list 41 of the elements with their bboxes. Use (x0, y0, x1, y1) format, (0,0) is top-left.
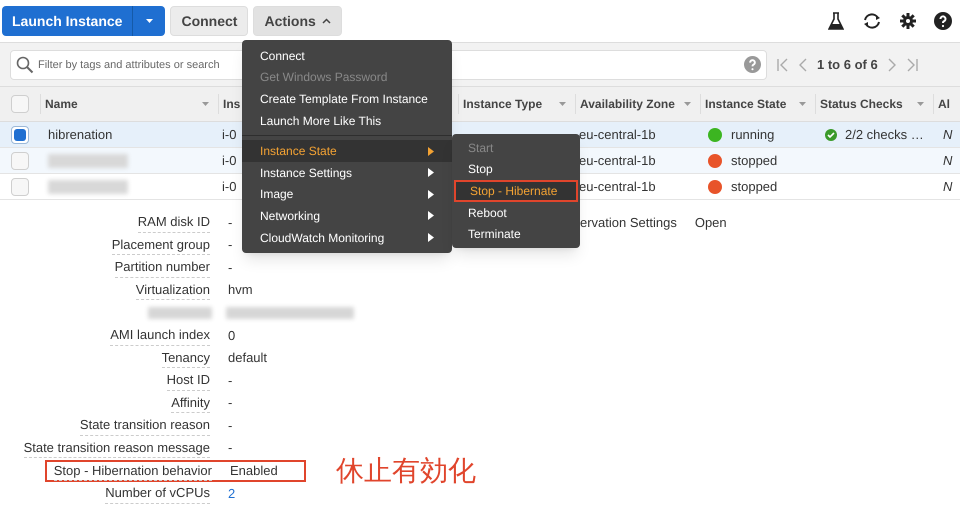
detail-label: Virtualization (136, 280, 210, 300)
table-cell: N (943, 152, 952, 168)
pagination-range: 1 to 6 of 6 (817, 56, 878, 74)
table-cell: i-0 (222, 126, 236, 142)
detail-label: RAM disk ID (138, 212, 210, 233)
detail-label: Tenancy (162, 348, 210, 368)
detail-value: - (228, 214, 232, 232)
detail-value: - (228, 439, 232, 458)
table-cell: eu-central-1b (579, 126, 656, 142)
detail-value: default (228, 349, 268, 368)
detail-value: Enabled (230, 462, 278, 480)
detail-label: Placement group (112, 234, 210, 256)
detail-value: 0 (228, 326, 236, 345)
table-cell: N (943, 178, 952, 194)
detail-label: Host ID (166, 370, 210, 391)
table-cell: eu-central-1b (579, 178, 656, 194)
table-cell-text: stopped (731, 152, 778, 170)
detail-value: - (228, 394, 232, 412)
detail-label: State transition reason (80, 415, 210, 436)
detail-value: hvm (228, 281, 253, 300)
detail-label: ervation Settings (580, 214, 677, 232)
detail-label: State transition reason message (24, 438, 210, 458)
detail-value: - (228, 236, 232, 254)
annotation-text: 休止有効化 (336, 456, 476, 485)
table-cell-text: running (731, 126, 774, 144)
table-cell: hibrenation (48, 126, 112, 142)
table-cell: N (943, 126, 952, 142)
table-cell: i-0 (222, 152, 236, 168)
table-cell: i-0 (222, 178, 236, 194)
table-cell-text: stopped (731, 178, 778, 196)
detail-value: - (228, 372, 232, 390)
table-cell-text: 2/2 checks … (845, 126, 924, 144)
detail-label: Affinity (171, 392, 210, 414)
detail-label: Number of vCPUs (105, 483, 210, 504)
detail-value: - (228, 258, 232, 277)
detail-value: Open (694, 214, 727, 232)
table-cell: eu-central-1b (579, 152, 656, 168)
detail-label: AMI launch index (110, 325, 210, 346)
detail-label: Partition number (114, 257, 210, 278)
detail-value: - (228, 416, 232, 435)
detail-label: Stop - Hibernation behavior (54, 460, 212, 482)
